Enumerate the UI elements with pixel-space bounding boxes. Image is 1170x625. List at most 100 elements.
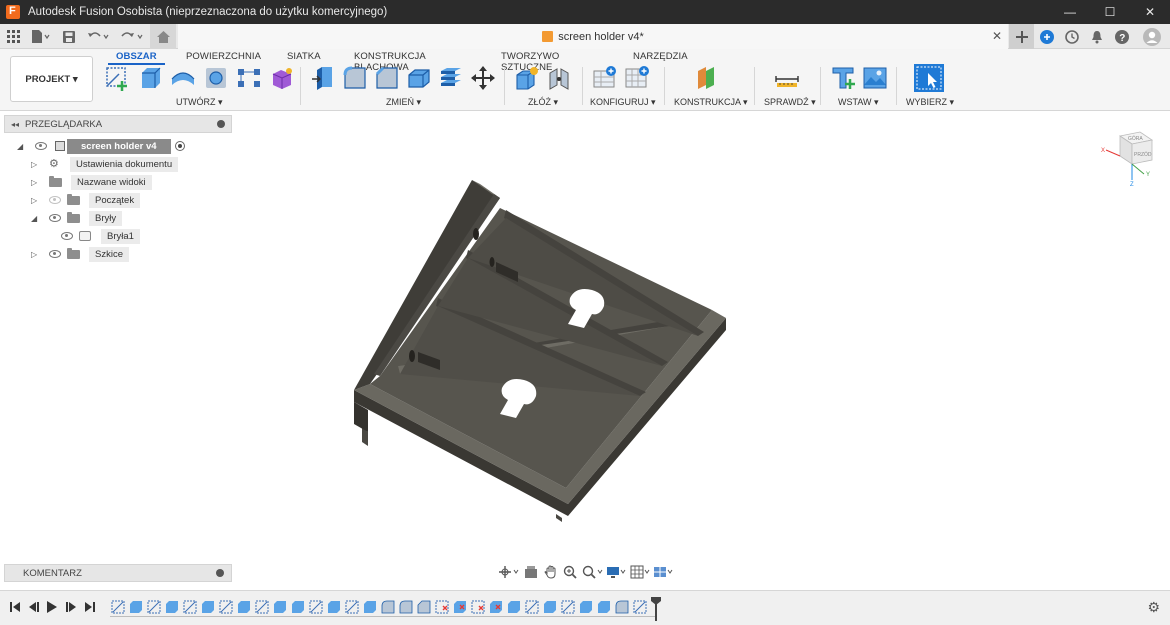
- browser-header[interactable]: ◂◂ PRZEGLĄDARKA: [4, 115, 232, 133]
- timeline-features[interactable]: [110, 597, 670, 621]
- minimize-panel-icon[interactable]: [217, 120, 225, 128]
- tab-obszar[interactable]: OBSZAR: [108, 51, 165, 65]
- tree-item-document-settings[interactable]: ▷ ⚙ Ustawienia dokumentu: [31, 156, 179, 172]
- go-to-end-icon[interactable]: [83, 600, 97, 614]
- group-select-label[interactable]: WYBIERZ ▾: [906, 97, 954, 108]
- pan-hand-icon[interactable]: [541, 562, 561, 582]
- redo-icon[interactable]: [116, 24, 150, 49]
- collapse-panel-icon[interactable]: ◂◂: [11, 120, 19, 129]
- clock-icon[interactable]: [1059, 24, 1084, 49]
- fit-zoom-icon[interactable]: [580, 562, 605, 582]
- step-forward-icon[interactable]: [64, 600, 78, 614]
- group-insert: WSTAW ▾: [828, 65, 892, 109]
- configure-table-icon[interactable]: [592, 65, 618, 91]
- axis-y-label: Y: [1146, 172, 1150, 178]
- go-to-start-icon[interactable]: [8, 600, 22, 614]
- tree-item-bodies[interactable]: ◢ Bryły: [31, 210, 123, 226]
- group-configure-label[interactable]: KONFIGURUJ ▾: [590, 97, 656, 108]
- viewports-icon[interactable]: [653, 562, 676, 582]
- plus-icon[interactable]: [1009, 24, 1034, 49]
- visibility-eye-icon[interactable]: [49, 196, 61, 204]
- comment-panel[interactable]: KOMENTARZ: [4, 564, 232, 582]
- viewcube-front-label[interactable]: PRZÓD: [1134, 151, 1152, 158]
- zoom-icon[interactable]: [561, 562, 581, 582]
- close-tab-button[interactable]: ✕: [992, 29, 1002, 43]
- form-icon[interactable]: [269, 65, 295, 91]
- save-icon[interactable]: [56, 24, 82, 49]
- press-pull-icon[interactable]: [310, 65, 336, 91]
- play-icon[interactable]: [45, 600, 59, 614]
- user-avatar[interactable]: [1134, 24, 1170, 49]
- tab-siatka[interactable]: SIATKA: [287, 51, 321, 62]
- group-inspect-label[interactable]: SPRAWDŹ ▾: [764, 97, 816, 108]
- visibility-eye-icon[interactable]: [49, 250, 61, 258]
- extrude-icon[interactable]: [137, 65, 163, 91]
- close-window-button[interactable]: ✕: [1130, 0, 1170, 24]
- pattern-icon[interactable]: [236, 65, 262, 91]
- offset-plane-icon[interactable]: [694, 65, 720, 91]
- bell-icon[interactable]: [1084, 24, 1109, 49]
- visibility-eye-icon[interactable]: [49, 214, 61, 222]
- home-icon[interactable]: [150, 24, 176, 49]
- group-assemble-label[interactable]: ZŁÓŻ ▾: [528, 97, 558, 108]
- group-modify-label[interactable]: ZMIEŃ ▾: [386, 97, 421, 108]
- configure-grid-icon[interactable]: [624, 65, 650, 91]
- orbit-icon[interactable]: [496, 562, 521, 582]
- tree-item-body1[interactable]: Bryła1: [61, 228, 140, 244]
- viewcube[interactable]: GÓRA PRZÓD X Y Z: [1100, 128, 1160, 186]
- grid-settings-icon[interactable]: [629, 562, 652, 582]
- joint-icon[interactable]: [546, 65, 572, 91]
- move-icon[interactable]: [470, 65, 496, 91]
- extensions-icon[interactable]: [1034, 24, 1059, 49]
- group-assemble: ZŁÓŻ ▾: [512, 65, 578, 109]
- tree-item-origin[interactable]: ▷ Początek: [31, 192, 141, 208]
- shell-icon[interactable]: [406, 65, 432, 91]
- collapse-triangle-icon[interactable]: ◢: [17, 142, 25, 151]
- help-icon[interactable]: ?: [1109, 24, 1134, 49]
- display-settings-icon[interactable]: [606, 562, 629, 582]
- timeline-settings-gear-icon[interactable]: ⚙: [1147, 599, 1160, 616]
- fillet-icon[interactable]: [342, 65, 368, 91]
- hole-icon[interactable]: [203, 65, 229, 91]
- undo-icon[interactable]: [82, 24, 116, 49]
- chamfer-icon[interactable]: [374, 65, 400, 91]
- look-at-icon[interactable]: [521, 562, 541, 582]
- tab-powierzchnia[interactable]: POWIERZCHNIA: [186, 51, 261, 62]
- model-viewport[interactable]: [340, 170, 740, 530]
- viewcube-top-label[interactable]: GÓRA: [1128, 135, 1143, 142]
- group-create-label[interactable]: UTWÓRZ ▾: [176, 97, 223, 108]
- quick-access-toolbar: [0, 24, 176, 49]
- insert-canvas-icon[interactable]: [862, 65, 888, 91]
- expand-triangle-icon[interactable]: ▷: [31, 178, 39, 187]
- grid-icon[interactable]: [0, 24, 26, 49]
- new-component-icon[interactable]: [514, 65, 540, 91]
- measure-icon[interactable]: [774, 65, 800, 91]
- add-comment-icon[interactable]: [216, 569, 224, 577]
- insert-derive-icon[interactable]: [830, 65, 856, 91]
- projekt-button[interactable]: PROJEKT ▾: [10, 56, 93, 102]
- step-back-icon[interactable]: [27, 600, 41, 614]
- group-insert-label[interactable]: WSTAW ▾: [838, 97, 879, 108]
- split-body-icon[interactable]: [438, 65, 464, 91]
- tree-item-named-views[interactable]: ▷ Nazwane widoki: [31, 174, 152, 190]
- expand-triangle-icon[interactable]: ▷: [31, 160, 39, 169]
- select-icon[interactable]: [914, 64, 944, 92]
- collapse-triangle-icon[interactable]: ◢: [31, 214, 39, 223]
- tree-item-root[interactable]: ◢ screen holder v4: [17, 138, 185, 154]
- document-tab[interactable]: screen holder v4* ✕: [178, 24, 1008, 49]
- visibility-eye-icon[interactable]: [61, 232, 73, 240]
- tree-item-label: Bryły: [89, 210, 123, 226]
- activate-radio-icon[interactable]: [174, 141, 185, 151]
- ribbon-divider: [300, 67, 301, 105]
- group-construct-label[interactable]: KONSTRUKCJA ▾: [674, 97, 748, 108]
- file-icon[interactable]: [26, 24, 56, 49]
- tree-item-sketches[interactable]: ▷ Szkice: [31, 246, 129, 262]
- expand-triangle-icon[interactable]: ▷: [31, 250, 39, 259]
- tab-narzedzia[interactable]: NARZĘDZIA: [633, 51, 688, 62]
- revolve-icon[interactable]: [170, 65, 196, 91]
- maximize-button[interactable]: ☐: [1090, 0, 1130, 24]
- expand-triangle-icon[interactable]: ▷: [31, 196, 39, 205]
- create-sketch-icon[interactable]: [104, 65, 130, 91]
- visibility-eye-icon[interactable]: [35, 142, 47, 150]
- minimize-button[interactable]: —: [1050, 0, 1090, 24]
